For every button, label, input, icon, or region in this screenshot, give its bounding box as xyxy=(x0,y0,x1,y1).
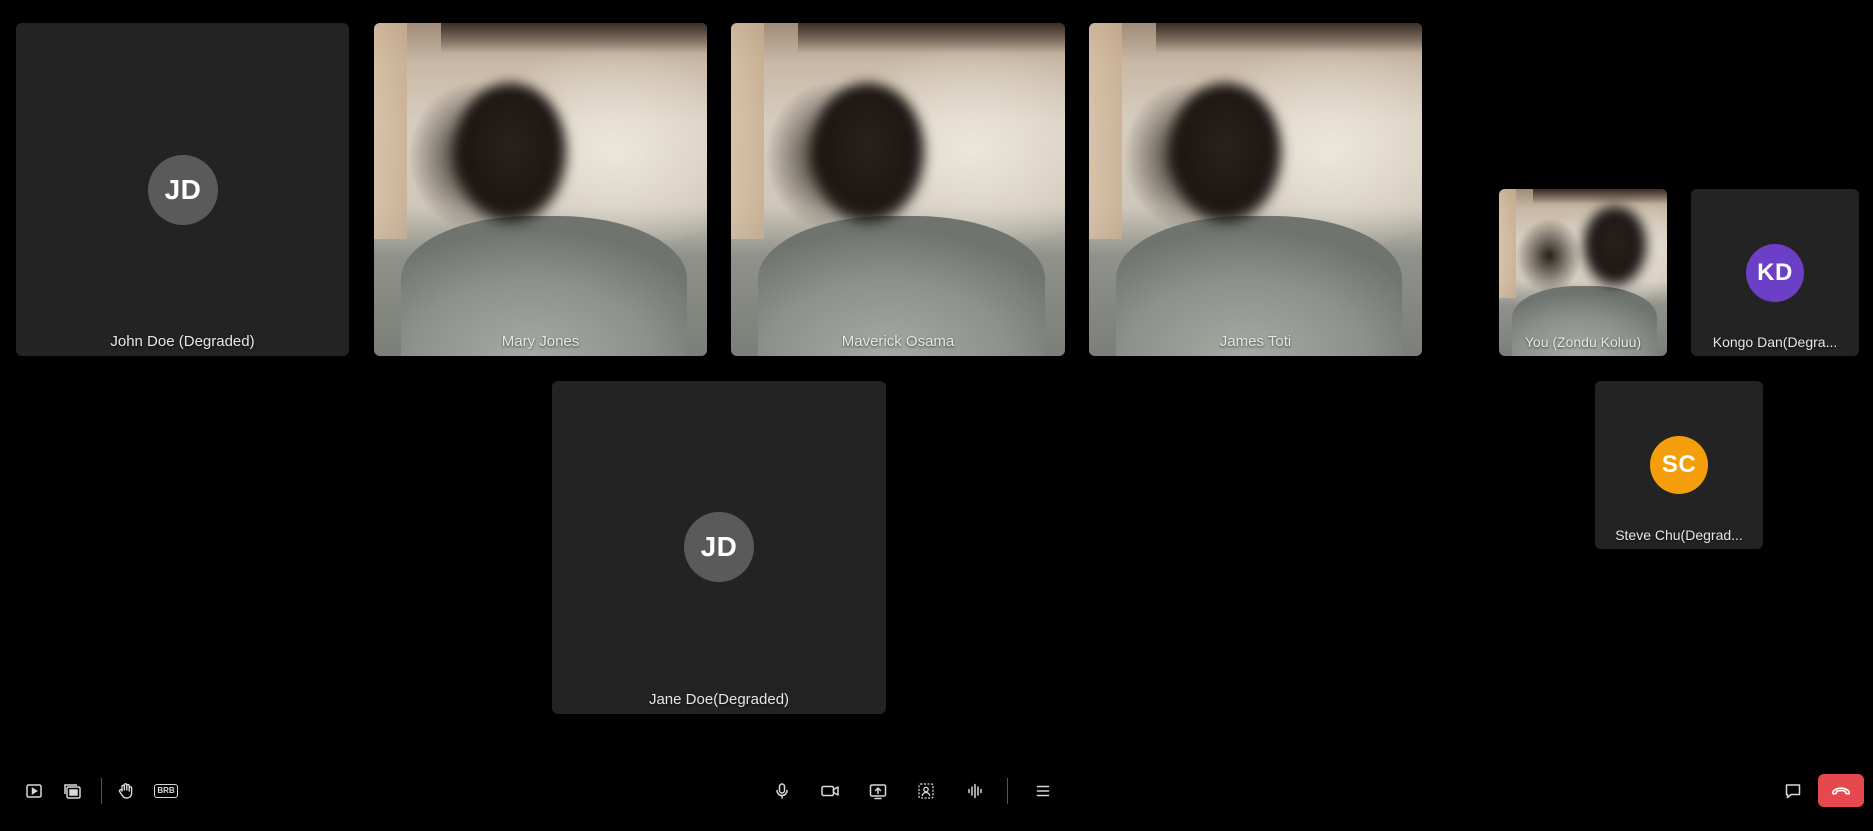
share-screen-icon xyxy=(869,784,887,800)
toolbar-divider xyxy=(1007,778,1008,804)
microphone-icon xyxy=(776,783,788,799)
participant-tile-steve-chu[interactable]: SC Steve Chu(Degrad... xyxy=(1595,381,1763,549)
video-feed xyxy=(731,23,1065,356)
avatar: JD xyxy=(148,155,218,225)
more-menu-button[interactable] xyxy=(1025,770,1061,812)
avatar: SC xyxy=(1650,436,1708,494)
participant-tile-mary-jones[interactable]: Mary Jones xyxy=(374,23,707,356)
participant-tile-maverick-osama[interactable]: Maverick Osama xyxy=(731,23,1065,356)
camera-icon xyxy=(821,785,839,797)
avatar: JD xyxy=(684,512,754,582)
participant-tile-john-doe[interactable]: JD John Doe (Degraded) xyxy=(16,23,349,356)
participant-tile-jane-doe[interactable]: JD Jane Doe(Degraded) xyxy=(552,381,886,714)
participant-tile-self[interactable]: You (Zondu Koluu) xyxy=(1499,189,1667,356)
participant-name: Kongo Dan(Degra... xyxy=(1712,334,1838,350)
toolbar-divider xyxy=(101,778,102,804)
background-effects-button[interactable] xyxy=(908,770,944,812)
participant-name: John Doe (Degraded) xyxy=(110,333,255,350)
noise-suppression-button[interactable] xyxy=(957,770,993,812)
screen-record-button[interactable] xyxy=(55,770,91,812)
participant-tile-james-toti[interactable]: James Toti xyxy=(1089,23,1422,356)
avatar: KD xyxy=(1746,244,1804,302)
call-toolbar: BRB xyxy=(0,770,1873,812)
raise-hand-icon xyxy=(118,783,133,799)
participant-name: Mary Jones xyxy=(501,333,580,350)
noise-suppression-icon xyxy=(968,783,982,799)
participant-name: You (Zondu Koluu) xyxy=(1524,334,1642,350)
participant-name: Steve Chu(Degrad... xyxy=(1615,527,1743,543)
picture-in-picture-button[interactable] xyxy=(16,770,52,812)
raise-hand-button[interactable] xyxy=(108,770,144,812)
menu-icon xyxy=(1036,785,1050,797)
background-effects-icon xyxy=(918,783,934,799)
video-feed xyxy=(1089,23,1422,356)
share-screen-button[interactable] xyxy=(860,770,896,812)
video-feed xyxy=(1499,189,1667,356)
end-call-icon xyxy=(1831,786,1851,795)
participant-tile-kongo-dan[interactable]: KD Kongo Dan(Degra... xyxy=(1691,189,1859,356)
microphone-button[interactable] xyxy=(764,770,800,812)
camera-button[interactable] xyxy=(812,770,848,812)
participant-name: James Toti xyxy=(1219,333,1292,350)
brb-button[interactable]: BRB xyxy=(148,770,184,812)
participant-name: Maverick Osama xyxy=(841,333,955,350)
participant-name: Jane Doe(Degraded) xyxy=(648,691,790,708)
chat-icon xyxy=(1785,784,1801,799)
brb-icon: BRB xyxy=(154,784,178,798)
screen-record-icon xyxy=(64,784,81,799)
picture-in-picture-icon xyxy=(26,784,42,798)
video-feed xyxy=(374,23,707,356)
end-call-button[interactable] xyxy=(1818,774,1864,807)
chat-button[interactable] xyxy=(1775,770,1811,812)
